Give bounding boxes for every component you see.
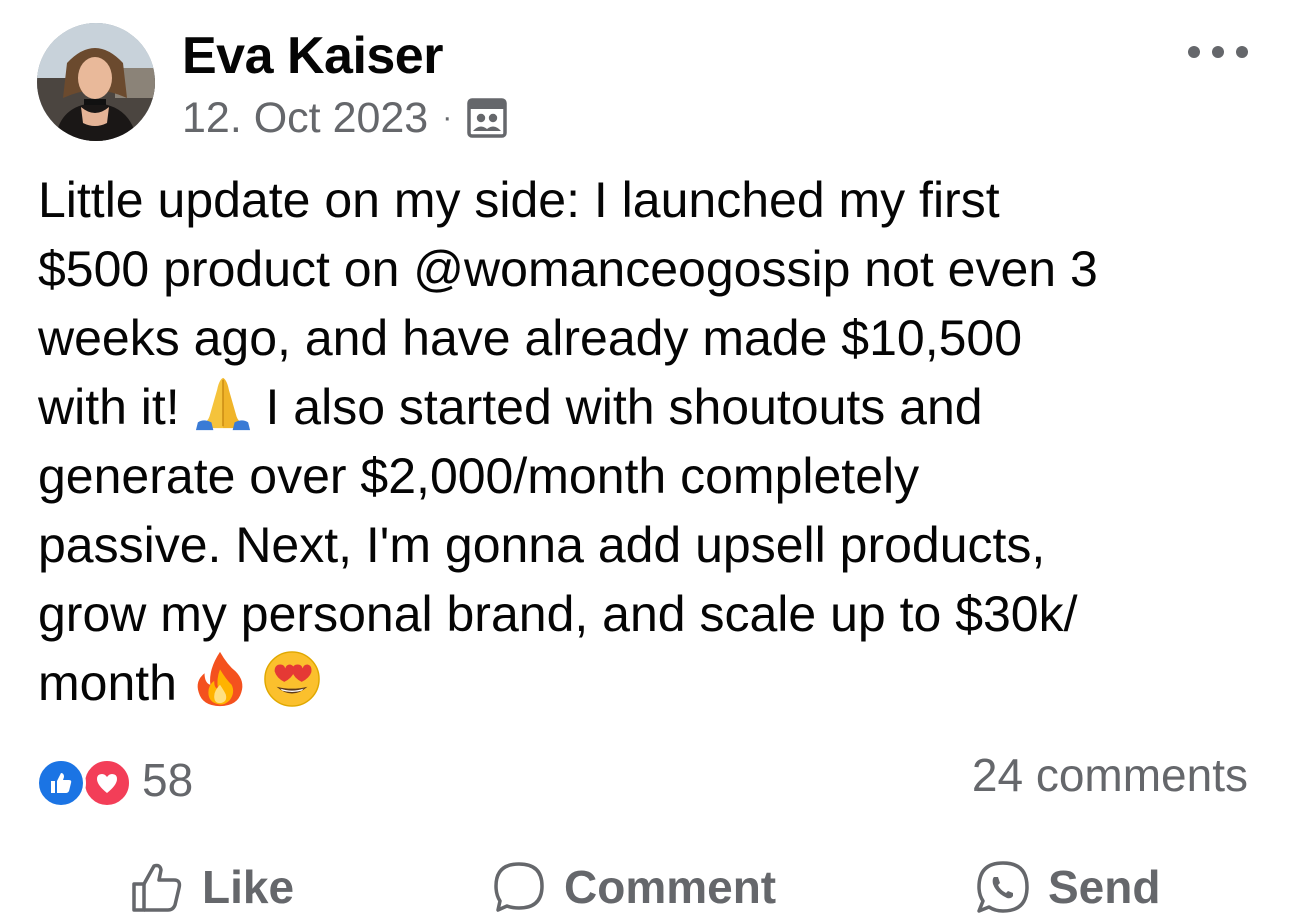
more-options-button[interactable] <box>1188 40 1248 64</box>
friends-icon <box>467 98 507 138</box>
post-text-segment: $500 product on @womanceogossip not even… <box>38 241 1098 297</box>
avatar[interactable] <box>37 23 155 141</box>
more-dot <box>1212 46 1224 58</box>
comment-button[interactable]: Comment <box>490 852 776 922</box>
post-text-line: passive. Next, I'm gonna add upsell prod… <box>38 517 1046 573</box>
whatsapp-icon <box>977 861 1029 913</box>
post-text-line: month <box>38 649 1263 718</box>
comment-bubble-icon <box>494 862 544 912</box>
profile-photo <box>37 23 155 141</box>
like-label: Like <box>202 861 295 913</box>
more-dot <box>1236 46 1248 58</box>
fire-emoji-icon <box>191 650 249 708</box>
post-text-line: with it! I also started with shoutouts a… <box>38 373 1263 442</box>
post-text-line: generate over $2,000/month completely <box>38 448 920 504</box>
author-name[interactable]: Eva Kaiser <box>182 26 443 86</box>
comment-label: Comment <box>564 861 777 913</box>
post-text-line: grow my personal brand, and scale up to … <box>38 586 1078 642</box>
like-button[interactable]: Like <box>128 852 294 922</box>
reaction-icons <box>36 754 136 808</box>
post-text-segment: month <box>38 655 177 711</box>
post-date[interactable]: 12. Oct 2023 <box>182 94 428 143</box>
post-text-segment: I also started with shoutouts and <box>265 379 983 435</box>
like-reaction-icon <box>36 758 86 808</box>
send-label: Send <box>1048 861 1161 913</box>
send-button[interactable]: Send <box>974 852 1160 922</box>
reactions-summary[interactable]: 58 <box>36 752 193 808</box>
folded-hands-emoji-icon <box>194 374 252 432</box>
facebook-post: Eva Kaiser 12. Oct 2023 · Little update … <box>0 0 1290 923</box>
comments-count[interactable]: 24 comments <box>972 748 1248 802</box>
post-text-line: weeks ago, and have already made $10,500 <box>38 310 1023 366</box>
post-text-line: $500 product on @womanceogossip not even… <box>38 235 1263 304</box>
thumbs-up-icon <box>132 863 182 912</box>
action-bar: Like Comment Send <box>0 852 1290 922</box>
post-text-line: Little update on my side: I launched my … <box>38 172 1000 228</box>
reaction-count: 58 <box>142 754 194 806</box>
more-horizontal-icon <box>1188 46 1200 58</box>
meta-separator: · <box>442 101 453 134</box>
heart-eyes-emoji-icon <box>263 650 321 708</box>
post-text-segment: with it! <box>38 379 180 435</box>
post-text: Little update on my side: I launched my … <box>38 166 1263 718</box>
post-meta: 12. Oct 2023 · <box>182 92 508 144</box>
love-reaction-icon <box>82 758 132 808</box>
